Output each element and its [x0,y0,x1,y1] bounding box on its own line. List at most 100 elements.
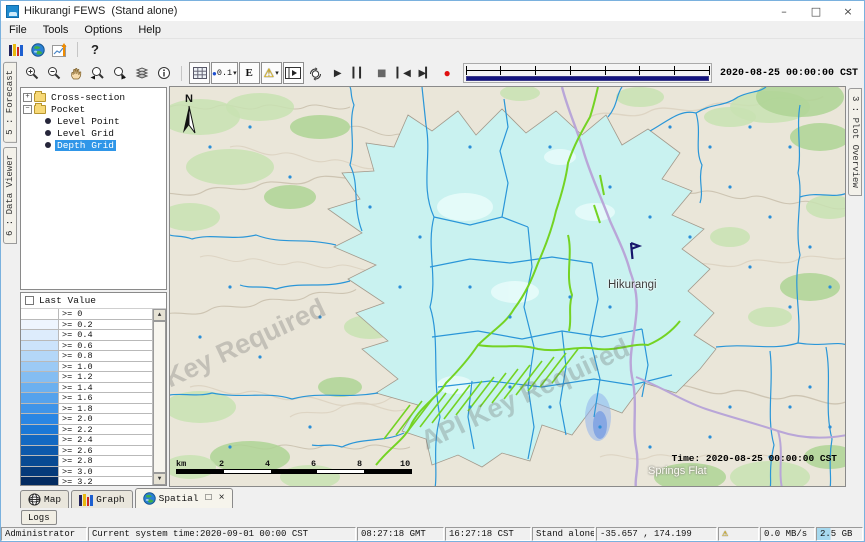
legend-row[interactable]: >= 0.4 [21,330,152,341]
data-display-button[interactable] [5,40,27,60]
legend-row[interactable]: >= 2.8 [21,456,152,467]
zoom-next-button[interactable] [109,62,130,84]
scale-unit-label: km [176,459,186,469]
folder-icon [34,105,46,114]
layers-icon [134,66,150,80]
help-button[interactable]: ? [84,40,106,60]
point-size-value: 0.1 [217,68,232,78]
legend-row[interactable]: >= 1.0 [21,362,152,373]
legend-row[interactable]: >= 3.2 [21,477,152,485]
toolbar-separator [181,66,182,81]
tab-map[interactable]: Map [20,490,69,508]
legend-row[interactable]: >= 2.4 [21,435,152,446]
zoom-in-button[interactable] [21,62,42,84]
legend-class-label: >= 0.2 [59,320,93,330]
maximize-button[interactable]: □ [800,1,832,21]
legend-color-swatch [21,351,59,361]
tab-data-viewer[interactable]: 6 : Data Viewer [3,147,17,244]
current-timestep-label: 2020-08-25 00:00:00 CST [720,68,858,79]
info-button[interactable] [153,62,174,84]
legend-row[interactable]: >= 2.2 [21,425,152,436]
warning-cell[interactable]: ⚠ [718,527,759,541]
close-panel-icon[interactable]: × [219,493,225,504]
legend-scrollbar[interactable]: ▲ ▼ [153,309,166,485]
tab-spatial[interactable]: Spatial □ × [135,488,233,508]
local-time-cell: 16:27:18 CST [445,527,531,541]
tree-item-level-grid[interactable]: Level Grid [23,127,164,139]
zoom-out-button[interactable] [43,62,64,84]
legend-color-swatch [21,456,59,466]
legend-row[interactable]: >= 1.8 [21,404,152,415]
legend-row[interactable]: >= 0 [21,309,152,320]
legend-row[interactable]: >= 0.8 [21,351,152,362]
map-display-button[interactable] [27,40,49,60]
legend-class-label: >= 1.2 [59,372,93,382]
north-arrow-icon [180,105,198,135]
legend-title: Last Value [39,295,96,306]
map-view[interactable]: N API Key Required API Key Required Hiku… [169,86,846,487]
legend-color-swatch [21,372,59,382]
globe-icon [31,43,45,57]
tab-map-label: Map [44,494,61,505]
legend-row[interactable]: >= 3.0 [21,467,152,478]
logs-button[interactable]: Logs [21,510,57,525]
map-time-label: Time: 2020-08-25 00:00:00 CST [672,453,837,464]
timeline-progress-bar [466,76,709,81]
memory-cell[interactable]: 2.5 GB [816,527,863,541]
menu-options[interactable]: Options [76,23,130,37]
play-icon: ▶ [334,68,341,79]
tab-graph[interactable]: Graph [71,490,133,508]
legend-row[interactable]: >= 1.2 [21,372,152,383]
legend-row[interactable]: >= 2.0 [21,414,152,425]
menu-bar: File Tools Options Help [1,21,864,38]
legend-row[interactable]: >= 1.4 [21,383,152,394]
close-button[interactable]: × [832,1,864,21]
forecast-dialog-button[interactable] [49,40,71,60]
layers-button[interactable] [131,62,152,84]
zoom-previous-button[interactable] [87,62,108,84]
collapse-icon[interactable]: − [23,105,32,114]
animation-player-button[interactable] [283,62,304,84]
menu-file[interactable]: File [1,23,35,37]
app-logo-icon [6,5,19,18]
legend-row[interactable]: >= 0.2 [21,320,152,331]
last-value-checkbox[interactable] [25,296,34,305]
legend-class-label: >= 3.0 [59,467,93,477]
scrollbar-thumb[interactable] [153,321,166,473]
first-frame-button[interactable]: ▎◀ [393,62,414,84]
tree-item-level-point[interactable]: Level Point [23,115,164,127]
play-button[interactable]: ▶ [327,62,348,84]
tab-forecast[interactable]: 5 : Forecast [3,62,17,143]
legend-color-swatch [21,393,59,403]
record-button[interactable]: ● [437,62,458,84]
scroll-up-icon[interactable]: ▲ [153,309,166,321]
menu-help[interactable]: Help [130,23,169,37]
tree-item-cross-section[interactable]: + Cross-section [23,91,164,103]
point-size-dropdown[interactable]: ● 0.1 ▾ [211,62,238,84]
menu-tools[interactable]: Tools [35,23,77,37]
legend-row[interactable]: >= 2.6 [21,446,152,457]
legend-row[interactable]: >= 1.6 [21,393,152,404]
logs-row: Logs [18,508,864,527]
profile-button[interactable]: E [239,62,260,84]
pan-button[interactable] [65,62,86,84]
tab-plot-overview[interactable]: 3 : Plot Overview [848,88,862,196]
animation-settings-button[interactable] [305,62,326,84]
scroll-down-icon[interactable]: ▼ [153,473,166,485]
legend-color-swatch [21,414,59,424]
profile-icon: E [246,67,253,79]
legend-row[interactable]: >= 0.6 [21,341,152,352]
last-frame-button[interactable]: ▶▎ [415,62,436,84]
minimize-button[interactable]: – [768,1,800,21]
timeline-slider[interactable] [463,63,712,83]
pause-button[interactable]: ▎▎ [349,62,370,84]
expand-icon[interactable]: + [23,93,32,102]
tree-item-pocket[interactable]: − Pocket [23,103,164,115]
warnings-dropdown[interactable]: ⚠ ▾ [261,62,282,84]
animation-settings-icon [308,66,323,81]
maximize-panel-icon[interactable]: □ [206,493,212,504]
tree-item-depth-grid[interactable]: Depth Grid [23,139,164,151]
stop-button[interactable]: ■ [371,62,392,84]
grid-button[interactable] [189,62,210,84]
tree-item-label: Pocket [49,104,87,115]
